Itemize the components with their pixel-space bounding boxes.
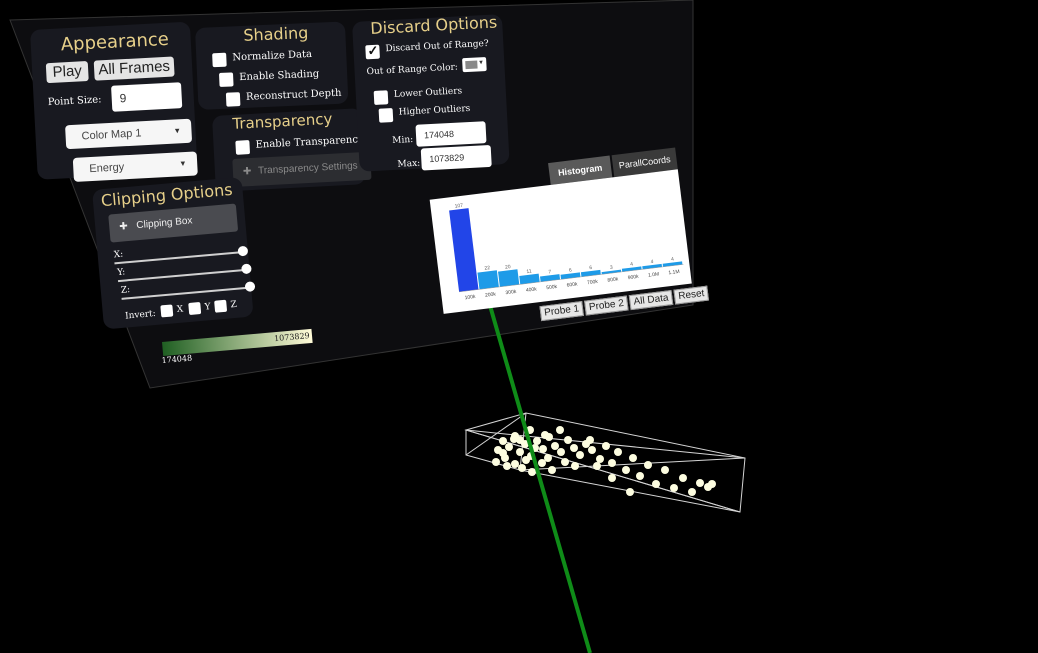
data-point	[528, 468, 536, 476]
data-point	[670, 484, 678, 492]
data-point	[596, 455, 604, 463]
data-point	[586, 436, 594, 444]
data-point	[608, 474, 616, 482]
data-point	[608, 459, 616, 467]
data-point	[614, 448, 622, 456]
data-point	[696, 479, 704, 487]
data-point	[688, 488, 696, 496]
data-point	[499, 437, 507, 445]
data-point	[516, 448, 524, 456]
data-point	[503, 462, 511, 470]
data-point	[570, 444, 578, 452]
data-point	[622, 466, 630, 474]
data-point	[516, 436, 524, 444]
data-point	[626, 488, 634, 496]
data-point	[511, 460, 519, 468]
data-point	[593, 462, 601, 470]
data-point	[556, 426, 564, 434]
data-point	[661, 466, 669, 474]
data-point	[629, 454, 637, 462]
data-point	[533, 437, 541, 445]
panel-frame	[9, 0, 694, 389]
data-point	[522, 456, 530, 464]
data-point	[571, 462, 579, 470]
data-point	[588, 446, 596, 454]
data-point	[679, 474, 687, 482]
data-point	[557, 448, 565, 456]
data-point	[548, 466, 556, 474]
data-point	[564, 436, 572, 444]
data-point	[644, 461, 652, 469]
data-point	[505, 443, 513, 451]
data-point	[492, 458, 500, 466]
data-point	[602, 442, 610, 450]
data-point	[539, 445, 547, 453]
data-point	[499, 449, 507, 457]
vr-scene	[9, 0, 746, 653]
data-point	[544, 454, 552, 462]
data-point	[541, 431, 549, 439]
data-point	[576, 451, 584, 459]
data-point	[636, 472, 644, 480]
data-point	[652, 480, 660, 488]
data-point	[708, 480, 716, 488]
data-point	[561, 458, 569, 466]
data-point	[518, 464, 526, 472]
data-point	[551, 442, 559, 450]
